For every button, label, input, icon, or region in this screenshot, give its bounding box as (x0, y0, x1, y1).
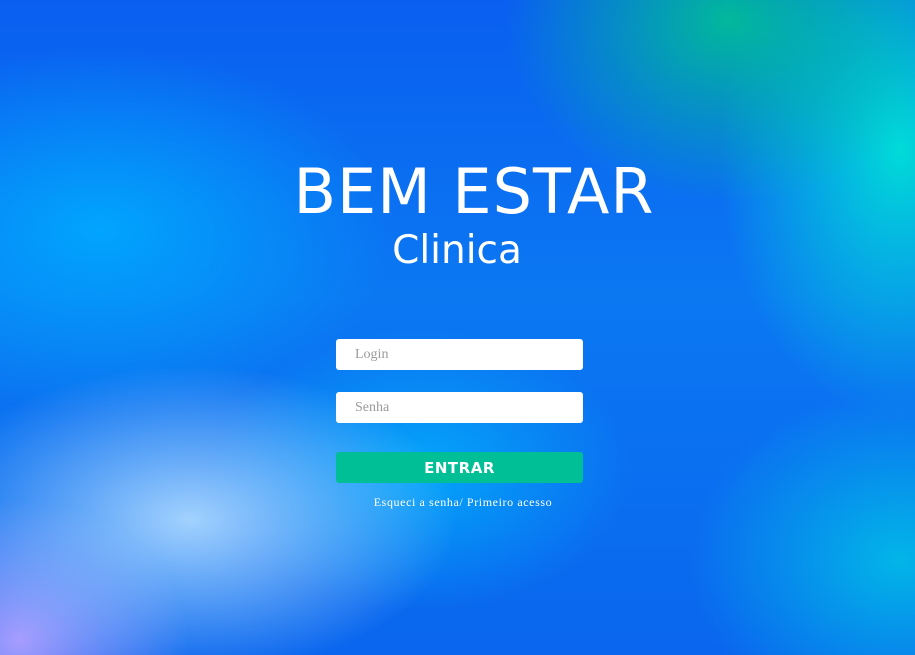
password-input[interactable] (336, 392, 583, 423)
entrar-button[interactable]: ENTRAR (336, 452, 583, 483)
page-subtitle: Clinica (392, 228, 522, 273)
login-input[interactable] (336, 339, 583, 370)
forgot-password-link[interactable]: Esqueci a senha/ Primeiro acesso (336, 495, 590, 510)
page-title: BEM ESTAR (293, 155, 655, 228)
